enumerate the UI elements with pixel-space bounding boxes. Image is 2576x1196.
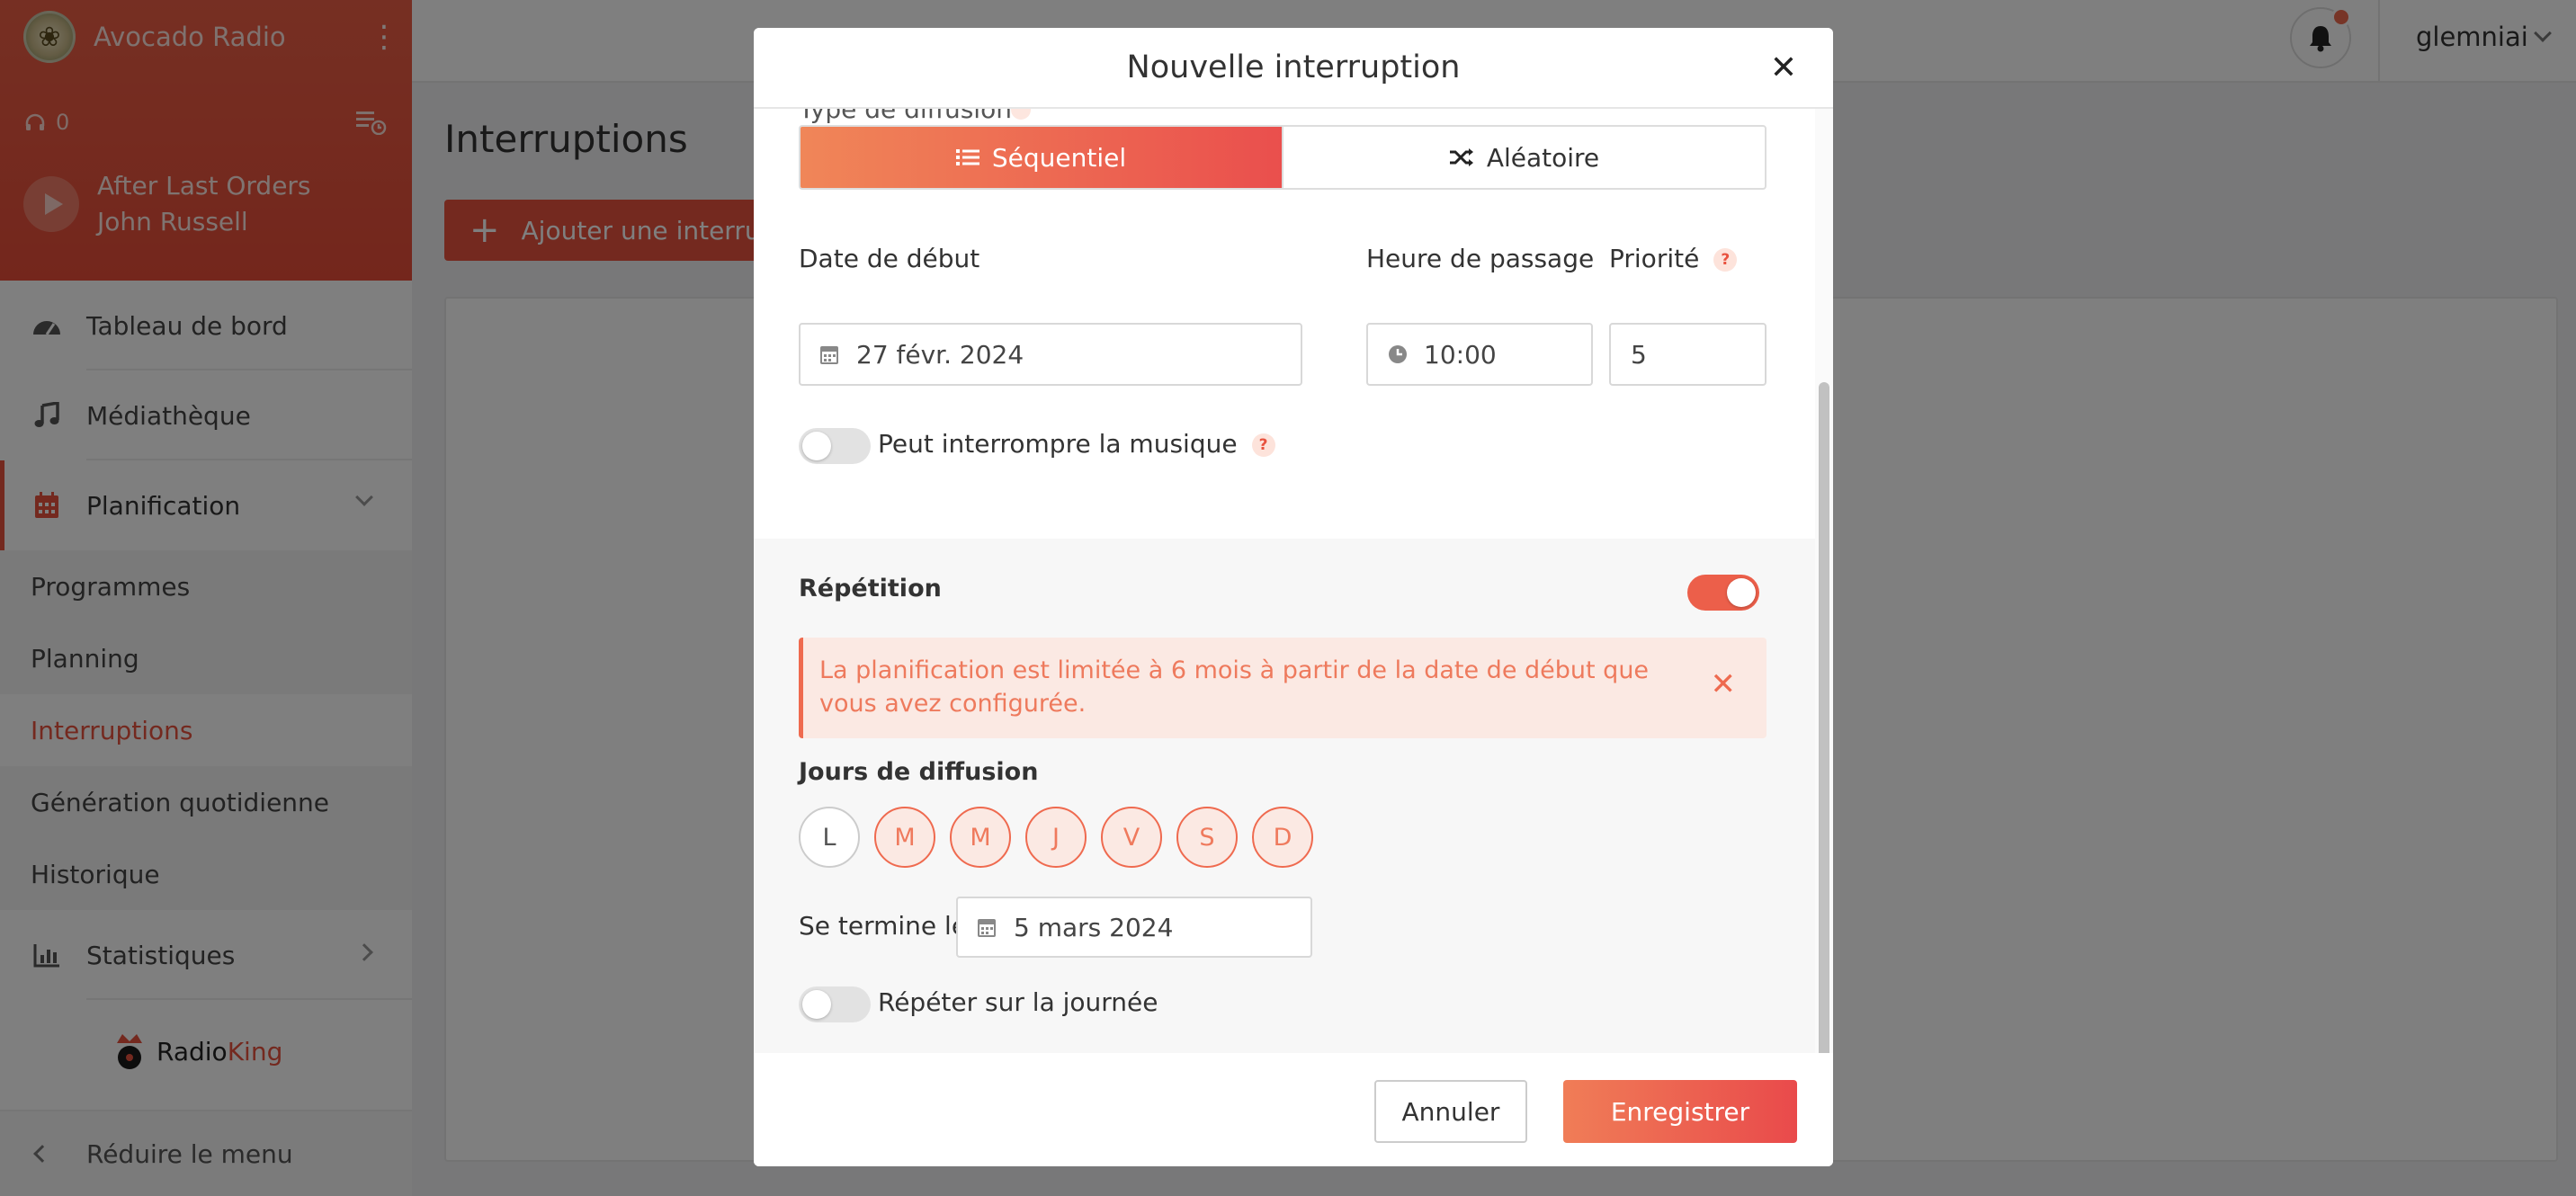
time-input[interactable]: 10:00: [1366, 323, 1593, 386]
modal-scrollbar[interactable]: [1815, 109, 1833, 1084]
alert-text: La planification est limitée à 6 mois à …: [819, 656, 1650, 718]
random-label: Aléatoire: [1486, 142, 1600, 173]
day-monday[interactable]: L: [799, 807, 860, 868]
cancel-button[interactable]: Annuler: [1374, 1080, 1527, 1143]
priority-input[interactable]: 5: [1609, 323, 1767, 386]
help-icon[interactable]: ?: [1251, 433, 1275, 457]
calendar-icon: [820, 344, 840, 364]
scrollbar-thumb[interactable]: [1819, 382, 1829, 1084]
repetition-label: Répétition: [799, 575, 942, 602]
modal-body: Type de diffusion Séquentiel Aléatoire D…: [754, 109, 1833, 1080]
broadcast-days: L M M J V S D: [799, 807, 1313, 868]
broadcast-days-label: Jours de diffusion: [799, 758, 1039, 786]
close-icon[interactable]: ✕: [1711, 668, 1737, 701]
sequential-label: Séquentiel: [991, 142, 1127, 173]
day-saturday[interactable]: S: [1176, 807, 1238, 868]
start-date-label: Date de début: [799, 244, 980, 273]
broadcast-type-selector: Séquentiel Aléatoire: [799, 125, 1767, 190]
modal-header: Nouvelle interruption ✕: [754, 28, 1833, 109]
repeat-day-toggle[interactable]: [799, 986, 871, 1022]
close-icon[interactable]: ✕: [1770, 49, 1797, 86]
day-wednesday[interactable]: M: [950, 807, 1011, 868]
day-sunday[interactable]: D: [1252, 807, 1313, 868]
time-label: Heure de passage: [1366, 244, 1595, 273]
modal-title: Nouvelle interruption: [1126, 49, 1461, 85]
clock-icon: [1388, 344, 1408, 364]
help-icon[interactable]: ?: [1713, 248, 1738, 272]
start-date-input[interactable]: 27 févr. 2024: [799, 323, 1302, 386]
list-icon: [955, 149, 979, 165]
repeat-day-label: Répéter sur la journée: [878, 987, 1158, 1017]
interrupt-music-label-wrap: Peut interrompre la musique?: [878, 429, 1275, 459]
help-icon: [1011, 109, 1031, 120]
end-date-value: 5 mars 2024: [1014, 912, 1174, 942]
repetition-toggle[interactable]: [1687, 575, 1759, 611]
calendar-icon: [978, 917, 997, 937]
new-interruption-modal: Nouvelle interruption ✕ Type de diffusio…: [754, 28, 1833, 1166]
day-friday[interactable]: V: [1101, 807, 1162, 868]
end-date-input[interactable]: 5 mars 2024: [956, 897, 1312, 958]
time-value: 10:00: [1424, 339, 1497, 370]
day-tuesday[interactable]: M: [874, 807, 935, 868]
end-date-label: Se termine le: [799, 911, 968, 941]
sequential-option[interactable]: Séquentiel: [801, 127, 1282, 188]
broadcast-type-label: Type de diffusion: [799, 109, 1012, 124]
priority-label-wrap: Priorité?: [1609, 244, 1738, 273]
priority-value: 5: [1631, 339, 1647, 370]
modal-footer: Annuler Enregistrer: [754, 1053, 1833, 1166]
interrupt-music-label: Peut interrompre la musique: [878, 429, 1238, 459]
interrupt-music-toggle[interactable]: [799, 428, 871, 464]
random-option[interactable]: Aléatoire: [1282, 127, 1765, 188]
save-button[interactable]: Enregistrer: [1563, 1080, 1797, 1143]
schedule-limit-alert: La planification est limitée à 6 mois à …: [799, 638, 1767, 738]
shuffle-icon: [1449, 148, 1473, 166]
day-thursday[interactable]: J: [1025, 807, 1087, 868]
start-date-value: 27 févr. 2024: [856, 339, 1024, 370]
priority-label: Priorité: [1609, 244, 1700, 273]
